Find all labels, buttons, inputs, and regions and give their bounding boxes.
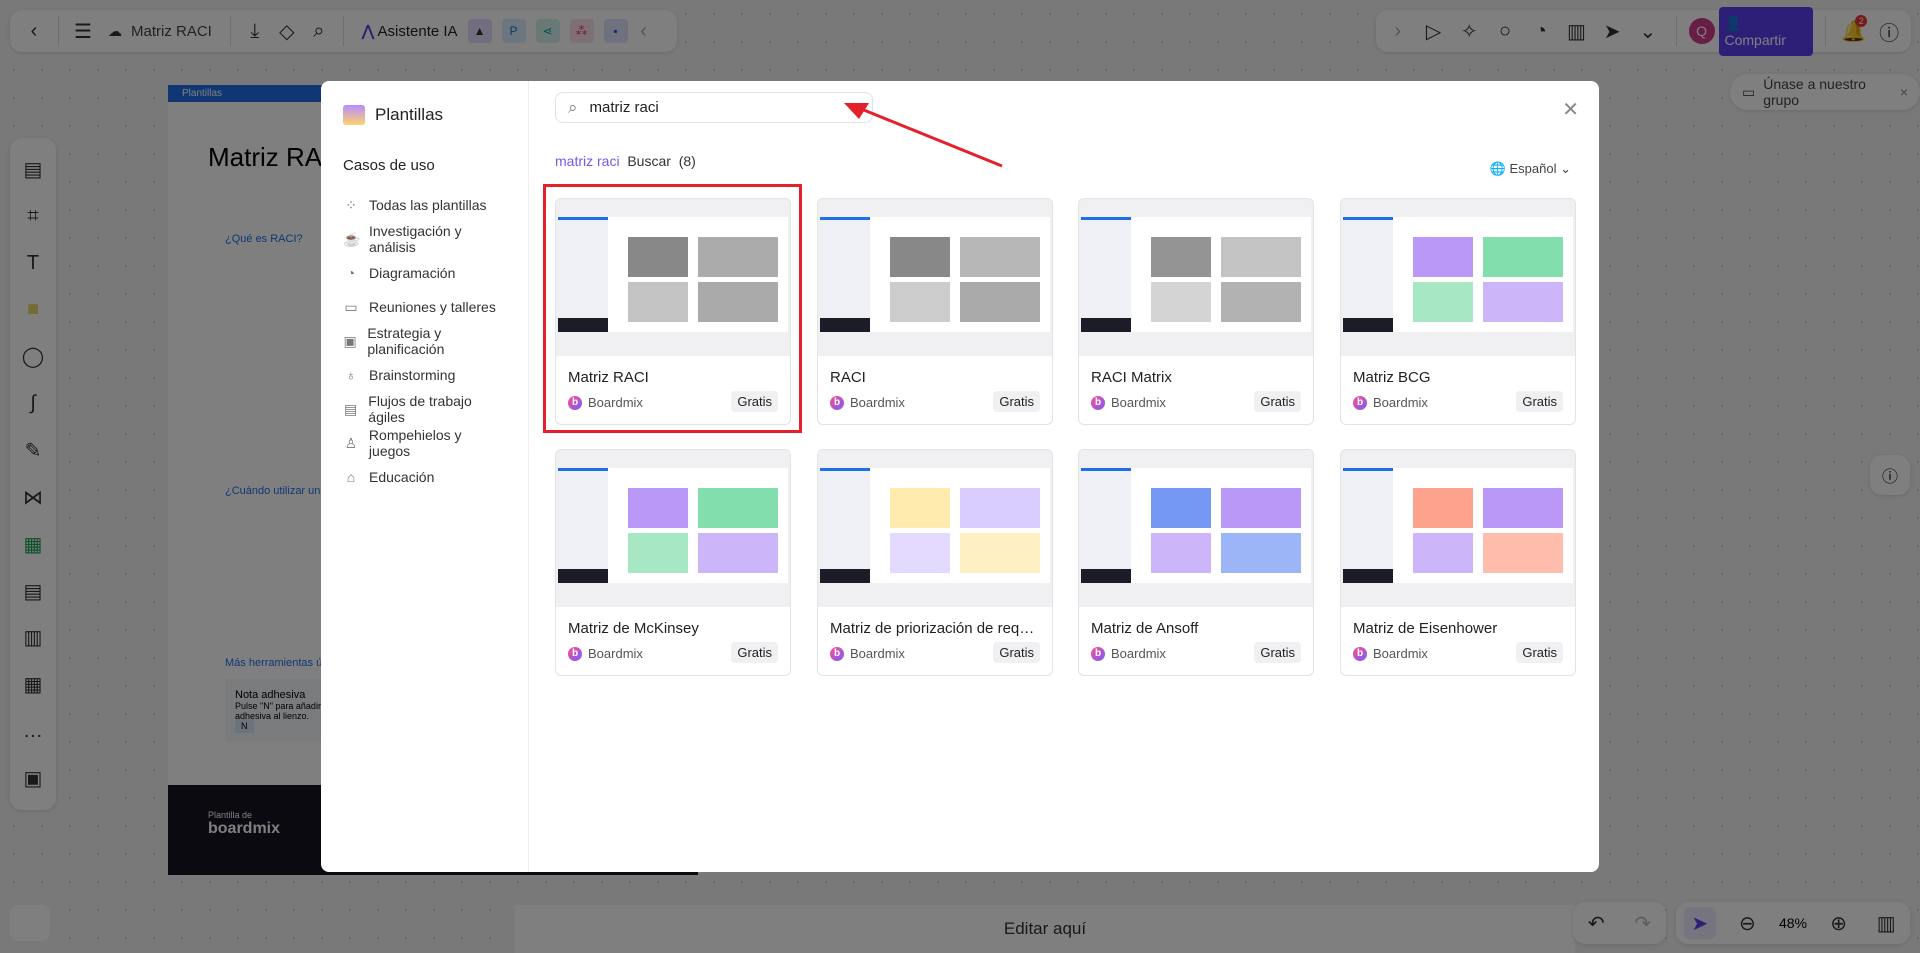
template-title: Matriz de McKinsey (568, 620, 699, 637)
search-label: Buscar (627, 153, 671, 169)
boardmix-logo-icon: b (1091, 395, 1105, 410)
close-modal-icon[interactable]: ✕ (1562, 97, 1579, 122)
template-preview (1079, 450, 1313, 607)
search-box: ⌕ × (555, 92, 873, 123)
price-badge: Gratis (731, 642, 778, 663)
people-icon: ♙ (344, 434, 358, 451)
briefcase-icon: ▣ (343, 332, 357, 349)
category-item[interactable]: ♙ Rompehielos y juegos (343, 426, 506, 460)
template-card[interactable]: RACI b Boardmix Gratis (817, 198, 1053, 425)
cap-icon: ⌂ (346, 469, 356, 485)
board-icon: ▭ (344, 298, 358, 315)
category-label: Estrategia y planificación (367, 325, 445, 357)
template-title: Matriz de Eisenhower (1353, 620, 1498, 637)
template-author: Boardmix (850, 646, 905, 661)
language-label: Español (1509, 161, 1557, 176)
cup-icon: ☕ (343, 230, 361, 247)
template-author: Boardmix (1373, 395, 1428, 410)
templates-logo-icon (343, 105, 365, 125)
template-card[interactable]: RACI Matrix b Boardmix Gratis (1078, 198, 1314, 425)
template-author: Boardmix (588, 646, 643, 661)
boardmix-logo-icon: b (1353, 395, 1367, 410)
template-title: RACI Matrix (1091, 369, 1172, 386)
bulb-icon: ♁ (345, 367, 357, 383)
boardmix-logo-icon: b (568, 646, 582, 661)
category-item[interactable]: ⌂ Educación (343, 460, 506, 494)
section-heading: Casos de uso (343, 157, 435, 174)
template-preview (556, 450, 790, 607)
modal-title: Plantillas (343, 105, 506, 125)
category-label: Rompehielos y juegos (368, 427, 462, 459)
template-preview (1079, 199, 1313, 356)
template-card[interactable]: Matriz de McKinsey b Boardmix Gratis (555, 449, 791, 676)
category-label: Todas las plantillas (369, 197, 487, 213)
boardmix-logo-icon: b (1091, 646, 1105, 661)
language-select[interactable]: 🌐 Español ⌄ (1490, 161, 1571, 177)
template-author: Boardmix (1111, 395, 1166, 410)
template-card[interactable]: Matriz de priorización de requisitos b Bo… (817, 449, 1053, 676)
template-card[interactable]: Matriz de Ansoff b Boardmix Gratis (1078, 449, 1314, 676)
price-badge: Gratis (993, 391, 1040, 412)
boardmix-logo-icon: b (830, 646, 844, 661)
category-item[interactable]: ♁ Brainstorming (343, 358, 506, 392)
price-badge: Gratis (1516, 642, 1563, 663)
category-label: Investigación y análisis (369, 223, 462, 255)
price-badge: Gratis (731, 391, 778, 412)
category-label: Brainstorming (369, 367, 456, 383)
boardmix-logo-icon: b (1353, 646, 1367, 661)
template-card[interactable]: Matriz de Eisenhower b Boardmix Gratis (1340, 449, 1576, 676)
grid-icon: ⁘ (345, 196, 357, 213)
boardmix-logo-icon: b (830, 395, 844, 410)
price-badge: Gratis (1254, 391, 1301, 412)
category-item[interactable]: ☕ Investigación y análisis (343, 222, 506, 256)
template-author: Boardmix (850, 395, 905, 410)
category-item[interactable]: ◔ Diagramación (343, 256, 506, 290)
boardmix-logo-icon: b (568, 395, 582, 410)
modal-title-text: Plantillas (375, 105, 444, 124)
template-title: Matriz de Ansoff (1091, 620, 1199, 637)
search-results-summary: matriz raci Buscar (8) (555, 153, 696, 169)
price-badge: Gratis (1254, 642, 1301, 663)
template-author: Boardmix (1373, 646, 1428, 661)
template-preview (1341, 199, 1575, 356)
template-preview (1341, 450, 1575, 607)
category-label: Educación (369, 469, 435, 485)
modal-sidebar: Plantillas Casos de uso ⁘ Todas las plant… (321, 81, 529, 872)
category-item[interactable]: ⁘ Todas las plantillas (343, 188, 506, 222)
price-badge: Gratis (1516, 391, 1563, 412)
category-item[interactable]: ▤ Flujos de trabajo ágiles (343, 392, 506, 426)
category-label: Reuniones y talleres (369, 299, 496, 315)
category-item[interactable]: ▣ Estrategia y planificación (343, 324, 506, 358)
search-input[interactable] (589, 99, 840, 116)
template-title: Matriz de priorización de requisitos (830, 620, 1040, 637)
template-card[interactable]: Matriz RACI b Boardmix Gratis (555, 198, 791, 425)
category-label: Diagramación (369, 265, 456, 281)
category-label: Flujos de trabajo ágiles (368, 393, 472, 425)
annotation-arrow (844, 103, 1003, 168)
pie-icon: ◔ (346, 265, 356, 281)
search-query: matriz raci (555, 153, 620, 169)
template-title: RACI (830, 369, 866, 386)
template-title: Matriz RACI (568, 369, 649, 386)
template-author: Boardmix (588, 395, 643, 410)
category-item[interactable]: ▭ Reuniones y talleres (343, 290, 506, 324)
price-badge: Gratis (993, 642, 1040, 663)
template-preview (818, 450, 1052, 607)
template-preview (818, 199, 1052, 356)
template-preview (556, 199, 790, 356)
template-author: Boardmix (1111, 646, 1166, 661)
result-count: (8) (678, 153, 696, 169)
search-icon: ⌕ (568, 97, 578, 117)
clipboard-icon: ▤ (344, 400, 358, 417)
template-title: Matriz BCG (1353, 369, 1431, 386)
template-card[interactable]: Matriz BCG b Boardmix Gratis (1340, 198, 1576, 425)
